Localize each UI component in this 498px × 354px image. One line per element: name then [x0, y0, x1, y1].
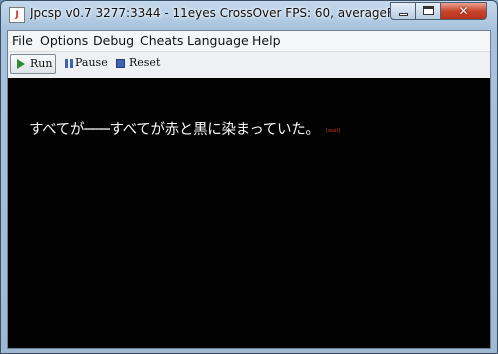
title-bar[interactable]: J Jpcsp v0.7 3277:3344 - 11eyes CrossOve…	[1, 1, 497, 29]
pause-icon	[65, 59, 73, 68]
reset-button[interactable]: Reset	[111, 54, 163, 74]
java-icon[interactable]: J	[9, 7, 25, 23]
toolbar: Run Pause Reset	[8, 52, 490, 76]
menu-options[interactable]: Options	[40, 33, 88, 48]
menu-bar: File Options Debug Cheats Language Help	[8, 31, 490, 52]
client-area: File Options Debug Cheats Language Help …	[7, 30, 491, 349]
menu-help[interactable]: Help	[252, 33, 281, 48]
menu-language[interactable]: Language	[187, 33, 249, 48]
window-title: Jpcsp v0.7 3277:3344 - 11eyes CrossOver …	[30, 6, 390, 20]
emulator-window: J Jpcsp v0.7 3277:3344 - 11eyes CrossOve…	[0, 0, 498, 354]
wait-tag: [wait]	[326, 128, 341, 134]
minimize-icon	[399, 13, 408, 16]
close-icon: ✕	[458, 4, 469, 18]
play-icon	[17, 59, 25, 69]
minimize-button[interactable]	[390, 2, 416, 20]
stop-icon	[116, 59, 125, 68]
menu-file[interactable]: File	[12, 33, 33, 48]
pause-label: Pause	[75, 56, 108, 69]
maximize-button[interactable]	[415, 2, 441, 20]
run-label: Run	[30, 57, 53, 70]
maximize-icon	[423, 6, 434, 15]
menu-debug[interactable]: Debug	[93, 33, 134, 48]
reset-label: Reset	[129, 56, 161, 69]
dialogue-text: すべてが───すべてが赤と黒に染まっていた。	[29, 122, 320, 138]
game-screen[interactable]: すべてが───すべてが赤と黒に染まっていた。 [wait]	[8, 78, 490, 348]
close-button[interactable]: ✕	[440, 2, 487, 20]
menu-cheats[interactable]: Cheats	[140, 33, 183, 48]
pause-button[interactable]: Pause	[60, 54, 108, 74]
run-button[interactable]: Run	[10, 54, 56, 74]
